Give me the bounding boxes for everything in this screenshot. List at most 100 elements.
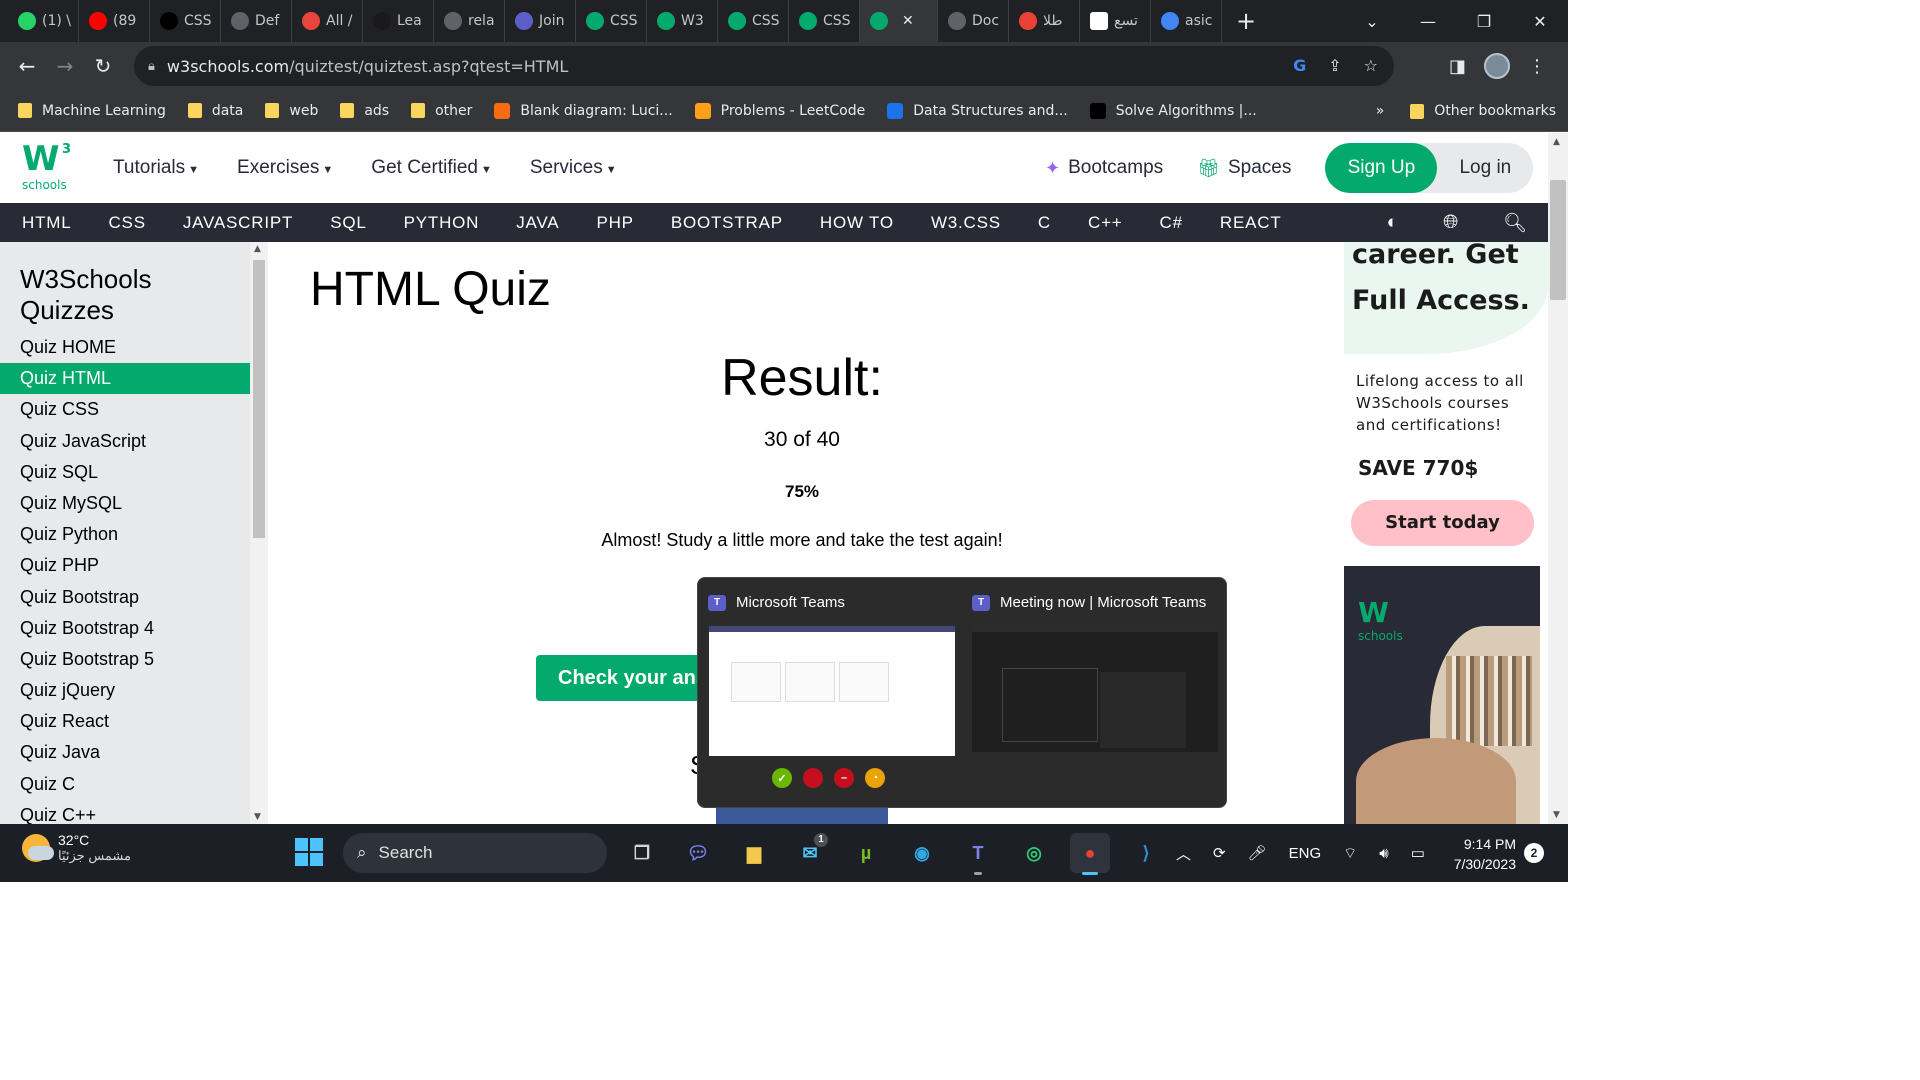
sidebar-quiz-link[interactable]: Quiz PHP xyxy=(0,550,250,581)
topic-link-javascript[interactable]: JAVASCRIPT xyxy=(183,213,293,233)
file-explorer-icon[interactable]: ▆ xyxy=(734,833,774,873)
language-indicator[interactable]: ENG xyxy=(1289,845,1322,862)
browser-tab[interactable]: All / xyxy=(292,0,363,42)
sidebar-quiz-link[interactable]: Quiz C++ xyxy=(0,800,250,824)
browser-tab[interactable]: CSS xyxy=(150,0,221,42)
wifi-icon[interactable]: ⌔ xyxy=(1343,844,1357,863)
sidebar-quiz-link[interactable]: Quiz Bootstrap 4 xyxy=(0,613,250,644)
browser-tab[interactable]: Doc xyxy=(938,0,1009,42)
bookmark-link[interactable]: Problems - LeetCode xyxy=(694,102,865,119)
microphone-icon[interactable]: 🎤︎ xyxy=(1248,844,1267,862)
scroll-down-icon[interactable]: ▼ xyxy=(1553,810,1560,820)
browser-tab[interactable]: CSS xyxy=(718,0,789,42)
teams-chat-icon[interactable]: 💬︎ xyxy=(678,833,718,873)
spaces-link[interactable]: 🎁︎ Spaces xyxy=(1197,157,1291,179)
topic-link-cpp[interactable]: C++ xyxy=(1088,213,1123,233)
restore-button[interactable]: ❐ xyxy=(1456,12,1512,31)
topic-link-bootstrap[interactable]: BOOTSTRAP xyxy=(671,213,783,233)
topic-link-w3-css[interactable]: W3.CSS xyxy=(931,213,1001,233)
battery-icon[interactable]: ▭ xyxy=(1411,844,1425,862)
other-bookmarks-folder[interactable]: Other bookmarks xyxy=(1410,103,1556,119)
bookmark-link[interactable]: Solve Algorithms |... xyxy=(1089,102,1257,119)
sign-up-button[interactable]: Sign Up xyxy=(1325,143,1438,193)
task-view-icon[interactable]: ❐ xyxy=(622,833,662,873)
vscode-icon[interactable]: ⟩ xyxy=(1126,833,1166,873)
topic-link-java[interactable]: JAVA xyxy=(516,213,559,233)
sidebar-quiz-link[interactable]: Quiz JavaScript xyxy=(0,426,250,457)
reload-button[interactable]: ↻ xyxy=(84,54,122,78)
teams-window-thumbnail[interactable] xyxy=(709,626,955,756)
anaconda-icon[interactable]: ◎ xyxy=(1014,833,1054,873)
ad-banner[interactable]: career. Get Full Access. Lifelong access… xyxy=(1344,242,1548,824)
sidebar-quiz-link[interactable]: Quiz Bootstrap xyxy=(0,582,250,613)
bookmark-folder[interactable]: ads xyxy=(340,103,389,119)
globe-icon[interactable]: 🌐︎ xyxy=(1443,212,1459,234)
preview-2-header[interactable]: T Meeting now | Microsoft Teams xyxy=(972,594,1206,611)
start-today-button[interactable]: Start today xyxy=(1351,500,1534,546)
dark-mode-icon[interactable]: ◐ xyxy=(1387,212,1399,234)
profile-avatar[interactable] xyxy=(1484,53,1510,79)
sidebar-quiz-link[interactable]: Quiz Java xyxy=(0,737,250,768)
browser-tab[interactable]: asic xyxy=(1151,0,1222,42)
forward-button[interactable]: → xyxy=(46,54,84,78)
meeting-window-thumbnail[interactable] xyxy=(972,626,1218,752)
clock[interactable]: 9:14 PM 7/30/2023 xyxy=(1440,834,1516,874)
browser-tab[interactable]: (89 xyxy=(79,0,150,42)
browser-tab[interactable]: طلا xyxy=(1009,0,1080,42)
topic-link-c[interactable]: C xyxy=(1038,213,1051,233)
bookmark-star-icon[interactable]: ☆ xyxy=(1364,56,1378,75)
sidebar-quiz-link[interactable]: Quiz SQL xyxy=(0,457,250,488)
browser-tab[interactable]: ✕ xyxy=(860,0,938,42)
sidebar-quiz-link[interactable]: Quiz Bootstrap 5 xyxy=(0,644,250,675)
sidebar-quiz-link[interactable]: Quiz C xyxy=(0,769,250,800)
close-tab-icon[interactable]: ✕ xyxy=(902,13,914,29)
do-not-disturb-icon[interactable]: – xyxy=(834,768,854,788)
bookmark-folder[interactable]: Machine Learning xyxy=(18,103,166,119)
menu-exercises[interactable]: Exercises ▼ xyxy=(237,157,333,179)
topic-link-html[interactable]: HTML xyxy=(22,213,71,233)
browser-tab[interactable]: Def xyxy=(221,0,292,42)
menu-services[interactable]: Services ▼ xyxy=(530,157,617,179)
notification-badge[interactable]: 2 xyxy=(1524,843,1544,863)
topic-link-sql[interactable]: SQL xyxy=(330,213,366,233)
busy-status-icon[interactable] xyxy=(803,768,823,788)
bookmark-folder[interactable]: data xyxy=(187,103,243,119)
sidebar-quiz-link[interactable]: Quiz MySQL xyxy=(0,488,250,519)
show-hidden-icons[interactable]: ︿ xyxy=(1176,843,1191,864)
sidebar-quiz-link[interactable]: Quiz jQuery xyxy=(0,675,250,706)
edge-icon[interactable]: ◉ xyxy=(902,833,942,873)
browser-tab[interactable]: W3 xyxy=(647,0,718,42)
topic-link-php[interactable]: PHP xyxy=(596,213,633,233)
teams-icon[interactable]: T xyxy=(958,833,998,875)
topic-link-react[interactable]: REACT xyxy=(1220,213,1282,233)
page-scroll-thumb[interactable] xyxy=(1550,180,1566,300)
chrome-menu-icon[interactable]: ⋮ xyxy=(1528,56,1546,77)
sync-icon[interactable]: ⟳ xyxy=(1213,844,1226,862)
mail-icon[interactable]: ✉ 1 xyxy=(790,833,830,873)
browser-tab[interactable]: Lea xyxy=(363,0,434,42)
bookmark-link[interactable]: Blank diagram: Luci... xyxy=(494,102,673,119)
away-status-icon[interactable]: ◔ xyxy=(865,768,885,788)
preview-1-header[interactable]: T Microsoft Teams xyxy=(708,594,845,611)
side-panel-icon[interactable]: ◨ xyxy=(1449,56,1466,77)
sidebar-quiz-link[interactable]: Quiz React xyxy=(0,706,250,737)
browser-tab[interactable]: (1) \ xyxy=(8,0,79,42)
topic-link-how-to[interactable]: HOW TO xyxy=(820,213,894,233)
minimize-button[interactable]: — xyxy=(1400,12,1456,31)
sidebar-quiz-link[interactable]: Quiz Python xyxy=(0,519,250,550)
browser-tab[interactable]: تسع xyxy=(1080,0,1151,42)
back-button[interactable]: ← xyxy=(8,54,46,78)
log-in-button[interactable]: Log in xyxy=(1437,143,1533,193)
scroll-up-icon[interactable]: ▲ xyxy=(254,244,261,254)
page-scrollbar[interactable]: ▲ ▼ xyxy=(1548,133,1568,824)
available-status-icon[interactable]: ✓ xyxy=(772,768,792,788)
taskbar-search[interactable]: ⌕ Search xyxy=(343,833,607,873)
menu-tutorials[interactable]: Tutorials ▼ xyxy=(113,157,199,179)
sidebar-scroll-thumb[interactable] xyxy=(253,260,265,538)
sidebar-quiz-link[interactable]: Quiz HTML xyxy=(0,363,250,395)
topic-link-csharp[interactable]: C# xyxy=(1160,213,1183,233)
bookmark-link[interactable]: Data Structures and... xyxy=(887,102,1068,119)
start-button[interactable] xyxy=(295,838,323,866)
weather-widget[interactable]: 32°C مشمس جزئيًا xyxy=(22,832,131,864)
close-window-button[interactable]: ✕ xyxy=(1512,12,1568,31)
